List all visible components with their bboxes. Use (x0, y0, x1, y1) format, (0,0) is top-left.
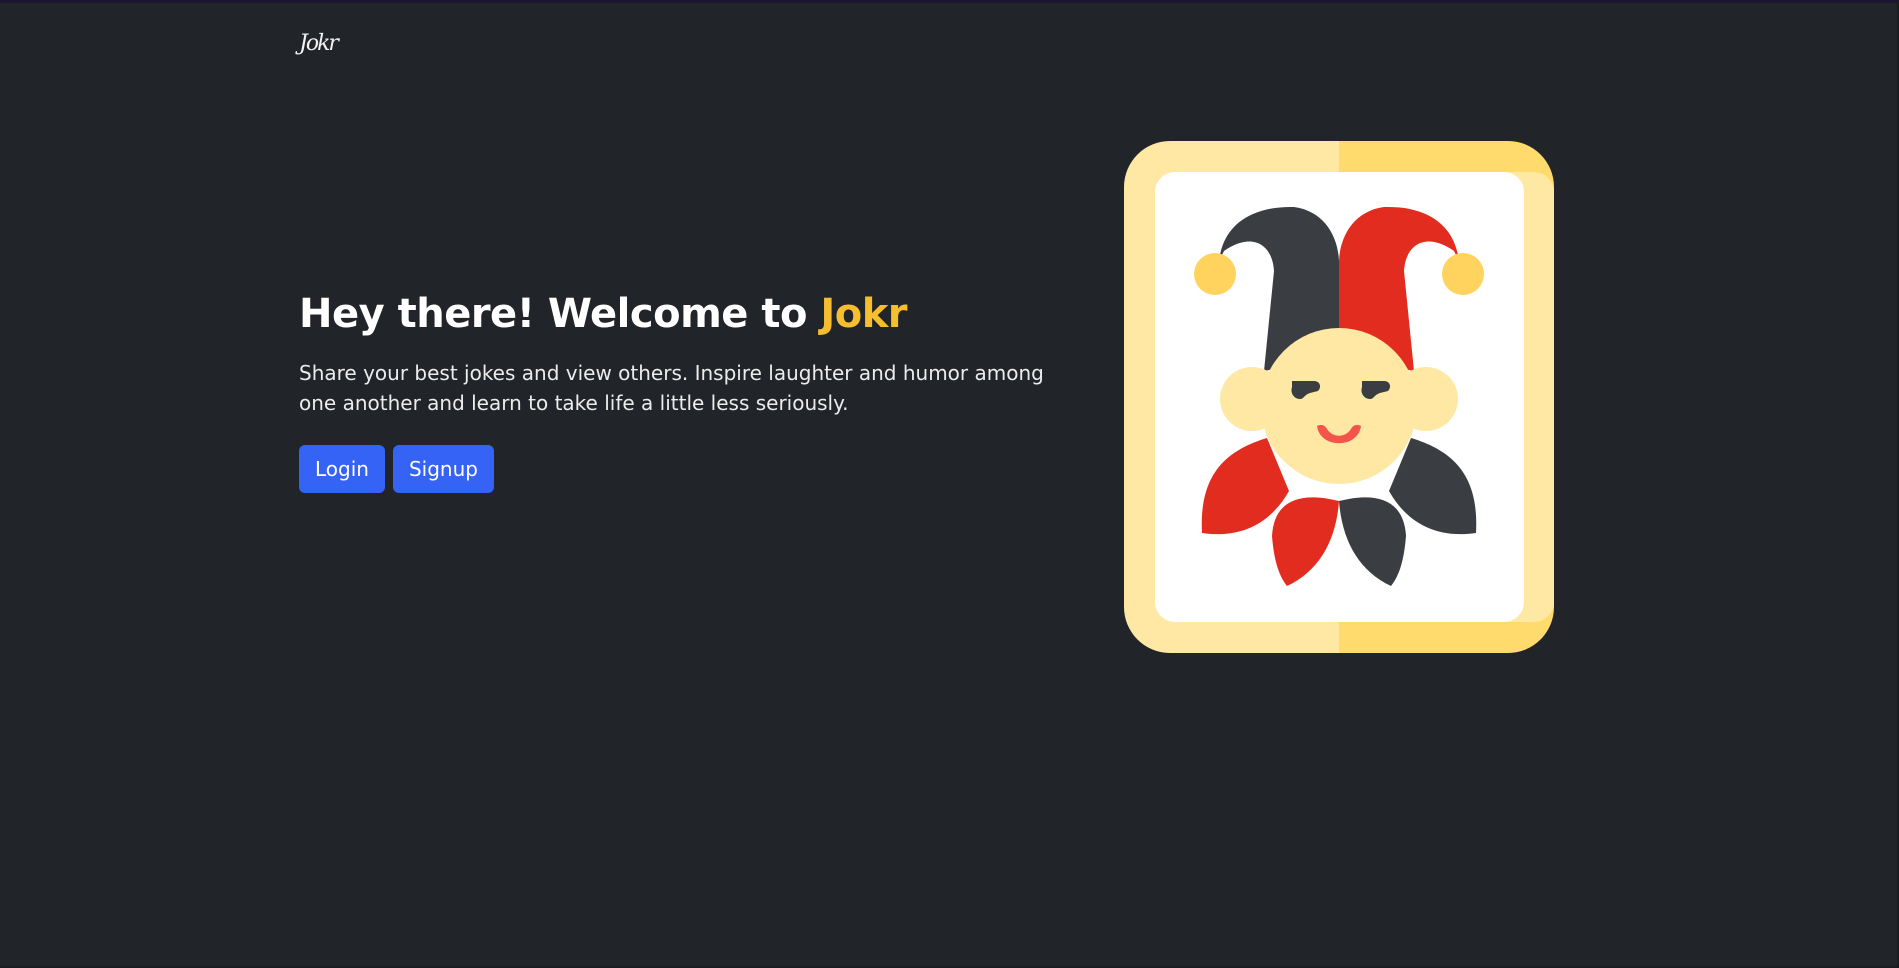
title-prefix: Hey there! Welcome to (299, 291, 821, 337)
hero-description: Share your best jokes and view others. I… (299, 361, 1044, 415)
logo[interactable]: Jokr (299, 33, 339, 55)
signup-button[interactable]: Signup (392, 445, 494, 493)
hero-section: Hey there! Welcome to Jokr Share your be… (299, 288, 1059, 493)
jester-face (1261, 328, 1417, 484)
joker-card-icon (1124, 141, 1554, 653)
title-brand: Jokr (820, 291, 908, 337)
page-title: Hey there! Welcome to Jokr (299, 288, 1059, 340)
hat-bell-left (1194, 253, 1236, 295)
action-buttons: Login Signup (299, 445, 1059, 493)
hat-bell-right (1442, 253, 1484, 295)
app-window: Jokr Hey there! Welcome to Jokr Share yo… (0, 0, 1899, 968)
login-button[interactable]: Login (299, 445, 385, 493)
